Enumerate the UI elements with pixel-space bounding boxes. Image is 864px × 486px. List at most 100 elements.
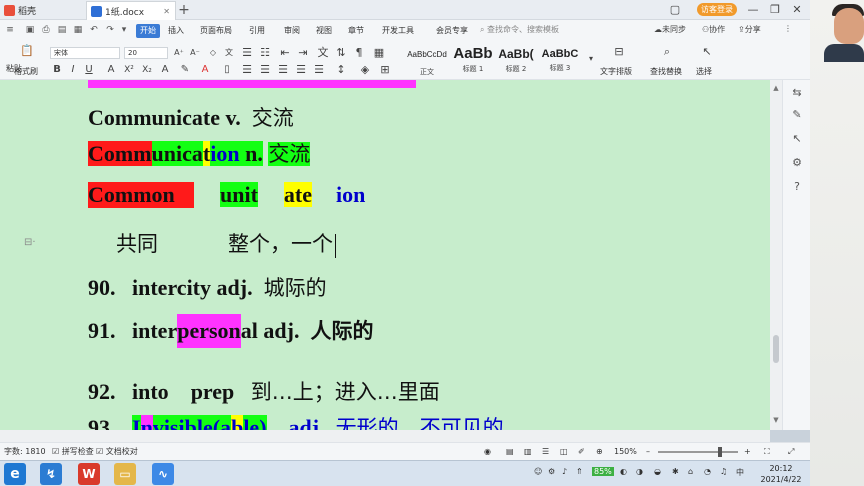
eye-protect-icon[interactable]: ◉ bbox=[484, 446, 491, 458]
increase-indent-icon[interactable]: ⇥ bbox=[296, 46, 310, 60]
network-icon[interactable]: ◔ bbox=[704, 467, 711, 476]
underline-icon[interactable]: U bbox=[82, 63, 96, 77]
grow-font-icon[interactable]: A⁺ bbox=[172, 46, 186, 60]
find-replace-button[interactable]: 查找替换 bbox=[650, 66, 682, 78]
find-icon[interactable]: ⌕ bbox=[660, 45, 674, 59]
tab-member[interactable]: 会员专享 bbox=[432, 24, 472, 38]
align-right-icon[interactable]: ☰ bbox=[276, 63, 290, 77]
tab-document[interactable]: 1纸.docx ✕ bbox=[86, 1, 176, 20]
style-normal[interactable]: AaBbCcDd 正文 bbox=[404, 45, 450, 77]
view-page-icon[interactable]: ▤ bbox=[506, 446, 514, 458]
highlight-icon[interactable]: ✎ bbox=[178, 63, 192, 77]
style-heading1[interactable]: AaBb 标题 1 bbox=[452, 45, 494, 77]
expand-icon[interactable]: ⇆ bbox=[790, 86, 804, 100]
tab-developer[interactable]: 开发工具 bbox=[378, 24, 418, 38]
app-arrow-icon[interactable]: ↯ bbox=[40, 463, 62, 485]
phonetic-icon[interactable]: 文 bbox=[222, 46, 236, 60]
tray-gear-icon[interactable]: ⚙ bbox=[548, 467, 555, 476]
print-icon[interactable]: ⎙ bbox=[40, 24, 52, 36]
redo-icon[interactable]: ↷ bbox=[104, 24, 116, 36]
align-left-icon[interactable]: ☰ bbox=[240, 63, 254, 77]
spellcheck-toggle[interactable]: ☑ 拼写检查 bbox=[52, 446, 94, 458]
styles-more-icon[interactable]: ▾ bbox=[584, 52, 598, 66]
scroll-down-icon[interactable]: ▼ bbox=[771, 416, 781, 424]
save-icon[interactable]: ▣ bbox=[24, 24, 36, 36]
view-write-icon[interactable]: ✐ bbox=[578, 446, 585, 458]
pen-icon[interactable]: ✎ bbox=[790, 108, 804, 122]
show-marks-icon[interactable]: ¶ bbox=[352, 46, 366, 60]
tab-review[interactable]: 审阅 bbox=[280, 24, 304, 38]
preview-icon[interactable]: ▤ bbox=[56, 24, 68, 36]
font-color-red-icon[interactable]: A bbox=[198, 63, 212, 77]
login-button[interactable]: 访客登录 bbox=[697, 3, 737, 16]
shading-icon[interactable]: ◈ bbox=[358, 63, 372, 77]
zoom-out-icon[interactable]: – bbox=[646, 446, 650, 458]
horizontal-scrollbar[interactable] bbox=[0, 430, 770, 442]
settings-sliders-icon[interactable]: ⚙ bbox=[790, 156, 804, 170]
close-tab-icon[interactable]: ✕ bbox=[163, 7, 170, 16]
text-effect-icon[interactable]: A bbox=[158, 63, 172, 77]
system-clock[interactable]: 20:12 2021/4/22 bbox=[756, 463, 806, 485]
vertical-scrollbar[interactable]: ▲ ▼ bbox=[770, 80, 782, 430]
fullscreen-icon[interactable]: ⤢ bbox=[788, 446, 794, 458]
style-heading2[interactable]: AaBb( 标题 2 bbox=[496, 45, 536, 77]
justify-icon[interactable]: ☰ bbox=[294, 63, 308, 77]
tab-insert[interactable]: 插入 bbox=[164, 24, 188, 38]
distribute-icon[interactable]: ☰ bbox=[312, 63, 326, 77]
fit-page-icon[interactable]: ⛶ bbox=[764, 446, 770, 458]
volume-icon[interactable]: ♫ bbox=[720, 467, 727, 476]
bluetooth-icon[interactable]: ✱ bbox=[672, 467, 679, 476]
font-size-select[interactable]: 20 bbox=[124, 47, 168, 59]
format-painter-button[interactable]: 格式刷 bbox=[14, 66, 38, 78]
select-button[interactable]: 选择 bbox=[696, 66, 712, 78]
tab-home[interactable]: 开始 bbox=[136, 24, 160, 38]
zoom-value[interactable]: 150% bbox=[614, 446, 637, 458]
style-heading3[interactable]: AaBbC 标题 3 bbox=[538, 45, 582, 77]
collaborate-button[interactable]: ⚇ 协作 bbox=[702, 24, 725, 35]
scroll-up-icon[interactable]: ▲ bbox=[771, 84, 781, 92]
char-border-icon[interactable]: ▯ bbox=[220, 63, 234, 77]
bold-icon[interactable]: B bbox=[50, 63, 64, 77]
align-center-icon[interactable]: ☰ bbox=[258, 63, 272, 77]
meeting-app-icon[interactable]: ∿ bbox=[152, 463, 174, 485]
word-count[interactable]: 字数: 1810 bbox=[4, 446, 46, 458]
view-outline-icon[interactable]: ☰ bbox=[542, 446, 549, 458]
view-web-icon[interactable]: ▥ bbox=[524, 446, 532, 458]
share-button[interactable]: ⇪ 分享 bbox=[738, 24, 761, 35]
tray-app3-icon[interactable]: ◒ bbox=[654, 467, 661, 476]
menu-icon[interactable]: ≡ bbox=[4, 24, 16, 36]
borders-icon[interactable]: ⊞ bbox=[378, 63, 392, 77]
view-read-icon[interactable]: ◫ bbox=[560, 446, 568, 458]
zoom-slider-knob[interactable] bbox=[718, 447, 722, 457]
tab-view[interactable]: 视图 bbox=[312, 24, 336, 38]
view-more-icon[interactable]: ⊕ bbox=[596, 446, 603, 458]
help-icon[interactable]: ? bbox=[790, 180, 804, 194]
document-area[interactable]: Communicate v. 交流 Communication n. 交流 Co… bbox=[0, 80, 770, 430]
sync-status[interactable]: ☁ 未同步 bbox=[654, 24, 686, 35]
export-icon[interactable]: ▦ bbox=[72, 24, 84, 36]
tray-app4-icon[interactable]: ⌂ bbox=[688, 467, 693, 476]
more-icon[interactable]: ⋮ bbox=[784, 24, 792, 33]
sort-icon[interactable]: ⇅ bbox=[334, 46, 348, 60]
maximize-icon[interactable]: ❐ bbox=[764, 2, 786, 18]
tab-page-layout[interactable]: 页面布局 bbox=[196, 24, 236, 38]
edge-icon[interactable]: e bbox=[4, 463, 26, 485]
file-explorer-icon[interactable]: ▭ bbox=[114, 463, 136, 485]
shrink-font-icon[interactable]: A⁻ bbox=[188, 46, 202, 60]
new-tab-button[interactable]: + bbox=[176, 2, 192, 18]
tray-app1-icon[interactable]: ◐ bbox=[620, 467, 627, 476]
tab-section[interactable]: 章节 bbox=[344, 24, 368, 38]
paragraph-handle-icon[interactable]: ⊟· bbox=[24, 237, 36, 248]
ime-icon[interactable]: 中 bbox=[736, 467, 744, 478]
clear-format-icon[interactable]: ◇ bbox=[206, 46, 220, 60]
subscript-icon[interactable]: X₂ bbox=[140, 63, 154, 77]
superscript-icon[interactable]: X² bbox=[122, 63, 136, 77]
chinese-layout-icon[interactable]: 文 bbox=[316, 46, 330, 60]
proofread-toggle[interactable]: ☑ 文档校对 bbox=[96, 446, 138, 458]
scroll-thumb[interactable] bbox=[773, 335, 779, 363]
font-name-select[interactable]: 宋体 bbox=[50, 47, 120, 59]
wps-icon[interactable]: W bbox=[78, 463, 100, 485]
text-layout-button[interactable]: 文字排版 bbox=[600, 66, 632, 78]
tab-daoke[interactable]: 稻壳 bbox=[0, 1, 86, 20]
close-icon[interactable]: ✕ bbox=[786, 2, 808, 18]
